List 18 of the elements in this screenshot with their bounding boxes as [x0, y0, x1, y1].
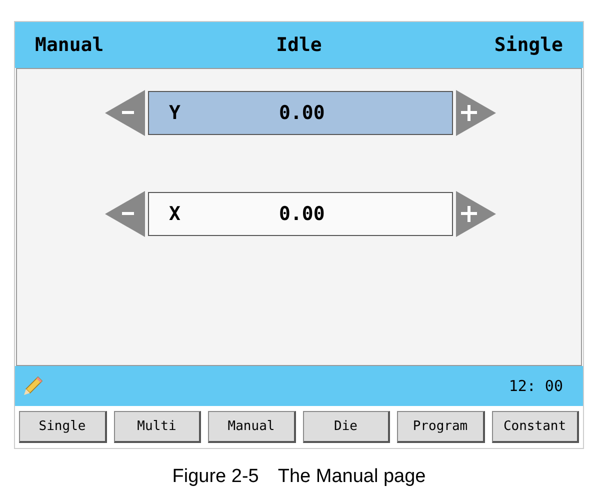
clock-time: 12: 00 [508, 377, 563, 395]
nav-button[interactable]: Program [397, 411, 484, 443]
nav-button[interactable]: Multi [114, 411, 201, 443]
nav-button[interactable]: Manual [208, 411, 296, 443]
minus-button[interactable] [105, 90, 145, 136]
figure-caption: Figure 2-5 The Manual page [171, 465, 427, 489]
nav-button[interactable]: Die [302, 411, 390, 443]
nav-button[interactable]: Constant [492, 411, 579, 443]
mode-label: Manual [35, 34, 105, 56]
minus-button[interactable] [105, 191, 145, 237]
axis-field[interactable]: X 0.00 [148, 192, 453, 236]
pencil-icon [23, 376, 43, 396]
plus-button[interactable] [456, 191, 496, 237]
nav-button[interactable]: Single [19, 411, 106, 443]
plus-button[interactable] [456, 90, 496, 136]
run-mode-label: Single [493, 34, 563, 56]
state-label: Idle [275, 34, 323, 56]
axis-field[interactable]: Y 0.00 [148, 91, 453, 135]
